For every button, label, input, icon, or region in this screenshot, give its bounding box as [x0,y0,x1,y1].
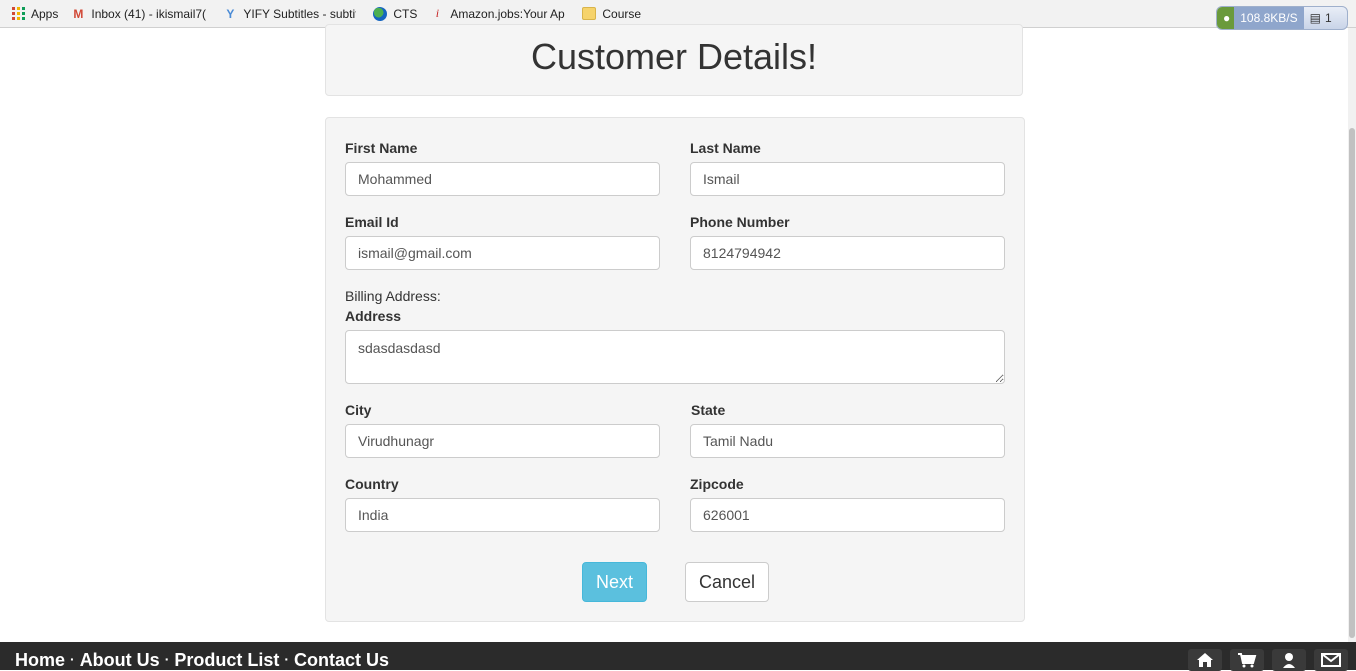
footer-icons [1188,649,1348,671]
gmail-icon: M [73,6,84,21]
user-icon[interactable] [1272,649,1306,671]
apps-grid-icon [10,6,26,22]
state-input[interactable] [690,424,1005,458]
bookmark-cts[interactable]: CTS [366,0,423,27]
email-label: Email Id [345,214,399,230]
city-label: City [345,402,372,418]
scrollbar-thumb[interactable] [1349,128,1355,638]
first-name-label: First Name [345,140,418,156]
footer-nav: Home · About Us · Product List · Contact Us [15,650,389,671]
bookmark-label: Course [602,6,642,21]
bookmark-apps[interactable]: Apps [0,0,64,27]
email-input[interactable] [345,236,660,270]
last-name-input[interactable] [690,162,1005,196]
footer-link-about-us[interactable]: About Us [80,650,160,670]
first-name-input[interactable] [345,162,660,196]
state-label: State [691,402,726,418]
speed-extension-badge[interactable]: ● 108.8KB/S ▤ 1 [1216,6,1348,30]
cart-icon[interactable] [1230,649,1264,671]
yify-icon: Y [226,6,235,21]
customer-details-form: First Name Last Name Email Id Phone Numb… [325,117,1025,622]
next-button[interactable]: Next [582,562,647,602]
footer-bar: Home · About Us · Product List · Contact Us [0,642,1356,671]
page-scrollbar[interactable] [1348,28,1356,642]
zipcode-input[interactable] [690,498,1005,532]
bookmark-label: YIFY Subtitles - subtit [243,6,357,21]
last-name-label: Last Name [690,140,761,156]
footer-link-contact-us[interactable]: Contact Us [294,650,389,670]
folder-icon [581,6,597,22]
address-label: Address [345,308,402,324]
footer-link-home[interactable]: Home [15,650,65,670]
phone-label: Phone Number [690,214,790,230]
page-title: Customer Details! [530,36,818,77]
bookmark-yify[interactable]: Y YIFY Subtitles - subtit [216,0,366,27]
country-input[interactable] [345,498,660,532]
globe-icon [372,6,388,22]
document-icon: ▤ [1309,11,1321,25]
address-textarea[interactable]: sdasdasdasd [345,330,1005,384]
country-label: Country [345,476,399,492]
zipcode-label: Zipcode [690,476,744,492]
phone-input[interactable] [690,236,1005,270]
footer-separator: · [164,651,170,667]
bookmark-label: Apps [31,6,59,21]
bookmark-label: Inbox (41) - ikismail7( [91,6,207,21]
footer-separator: · [284,651,290,667]
cancel-button[interactable]: Cancel [685,562,769,602]
extension-counter: ▤ 1 [1304,11,1338,25]
footer-separator: · [70,651,75,667]
extension-count: 1 [1324,11,1332,25]
bookmark-course[interactable]: Course [575,0,647,27]
bookmark-amazon-jobs[interactable]: i Amazon.jobs:Your Ap [423,0,575,27]
footer-link-product-list[interactable]: Product List [174,650,279,670]
billing-address-heading: Billing Address: [345,288,441,304]
bookmark-inbox[interactable]: M Inbox (41) - ikismail7( [64,0,216,27]
speed-meter-icon: ● [1217,7,1235,29]
city-input[interactable] [345,424,660,458]
bookmark-label: Amazon.jobs:Your Ap [450,6,565,21]
amazon-jobs-icon: i [435,6,440,20]
header-panel: Customer Details! [325,24,1023,96]
speed-readout: 108.8KB/S [1234,7,1304,29]
bookmark-label: CTS [393,6,418,21]
home-icon[interactable] [1188,649,1222,671]
mail-icon[interactable] [1314,649,1348,671]
